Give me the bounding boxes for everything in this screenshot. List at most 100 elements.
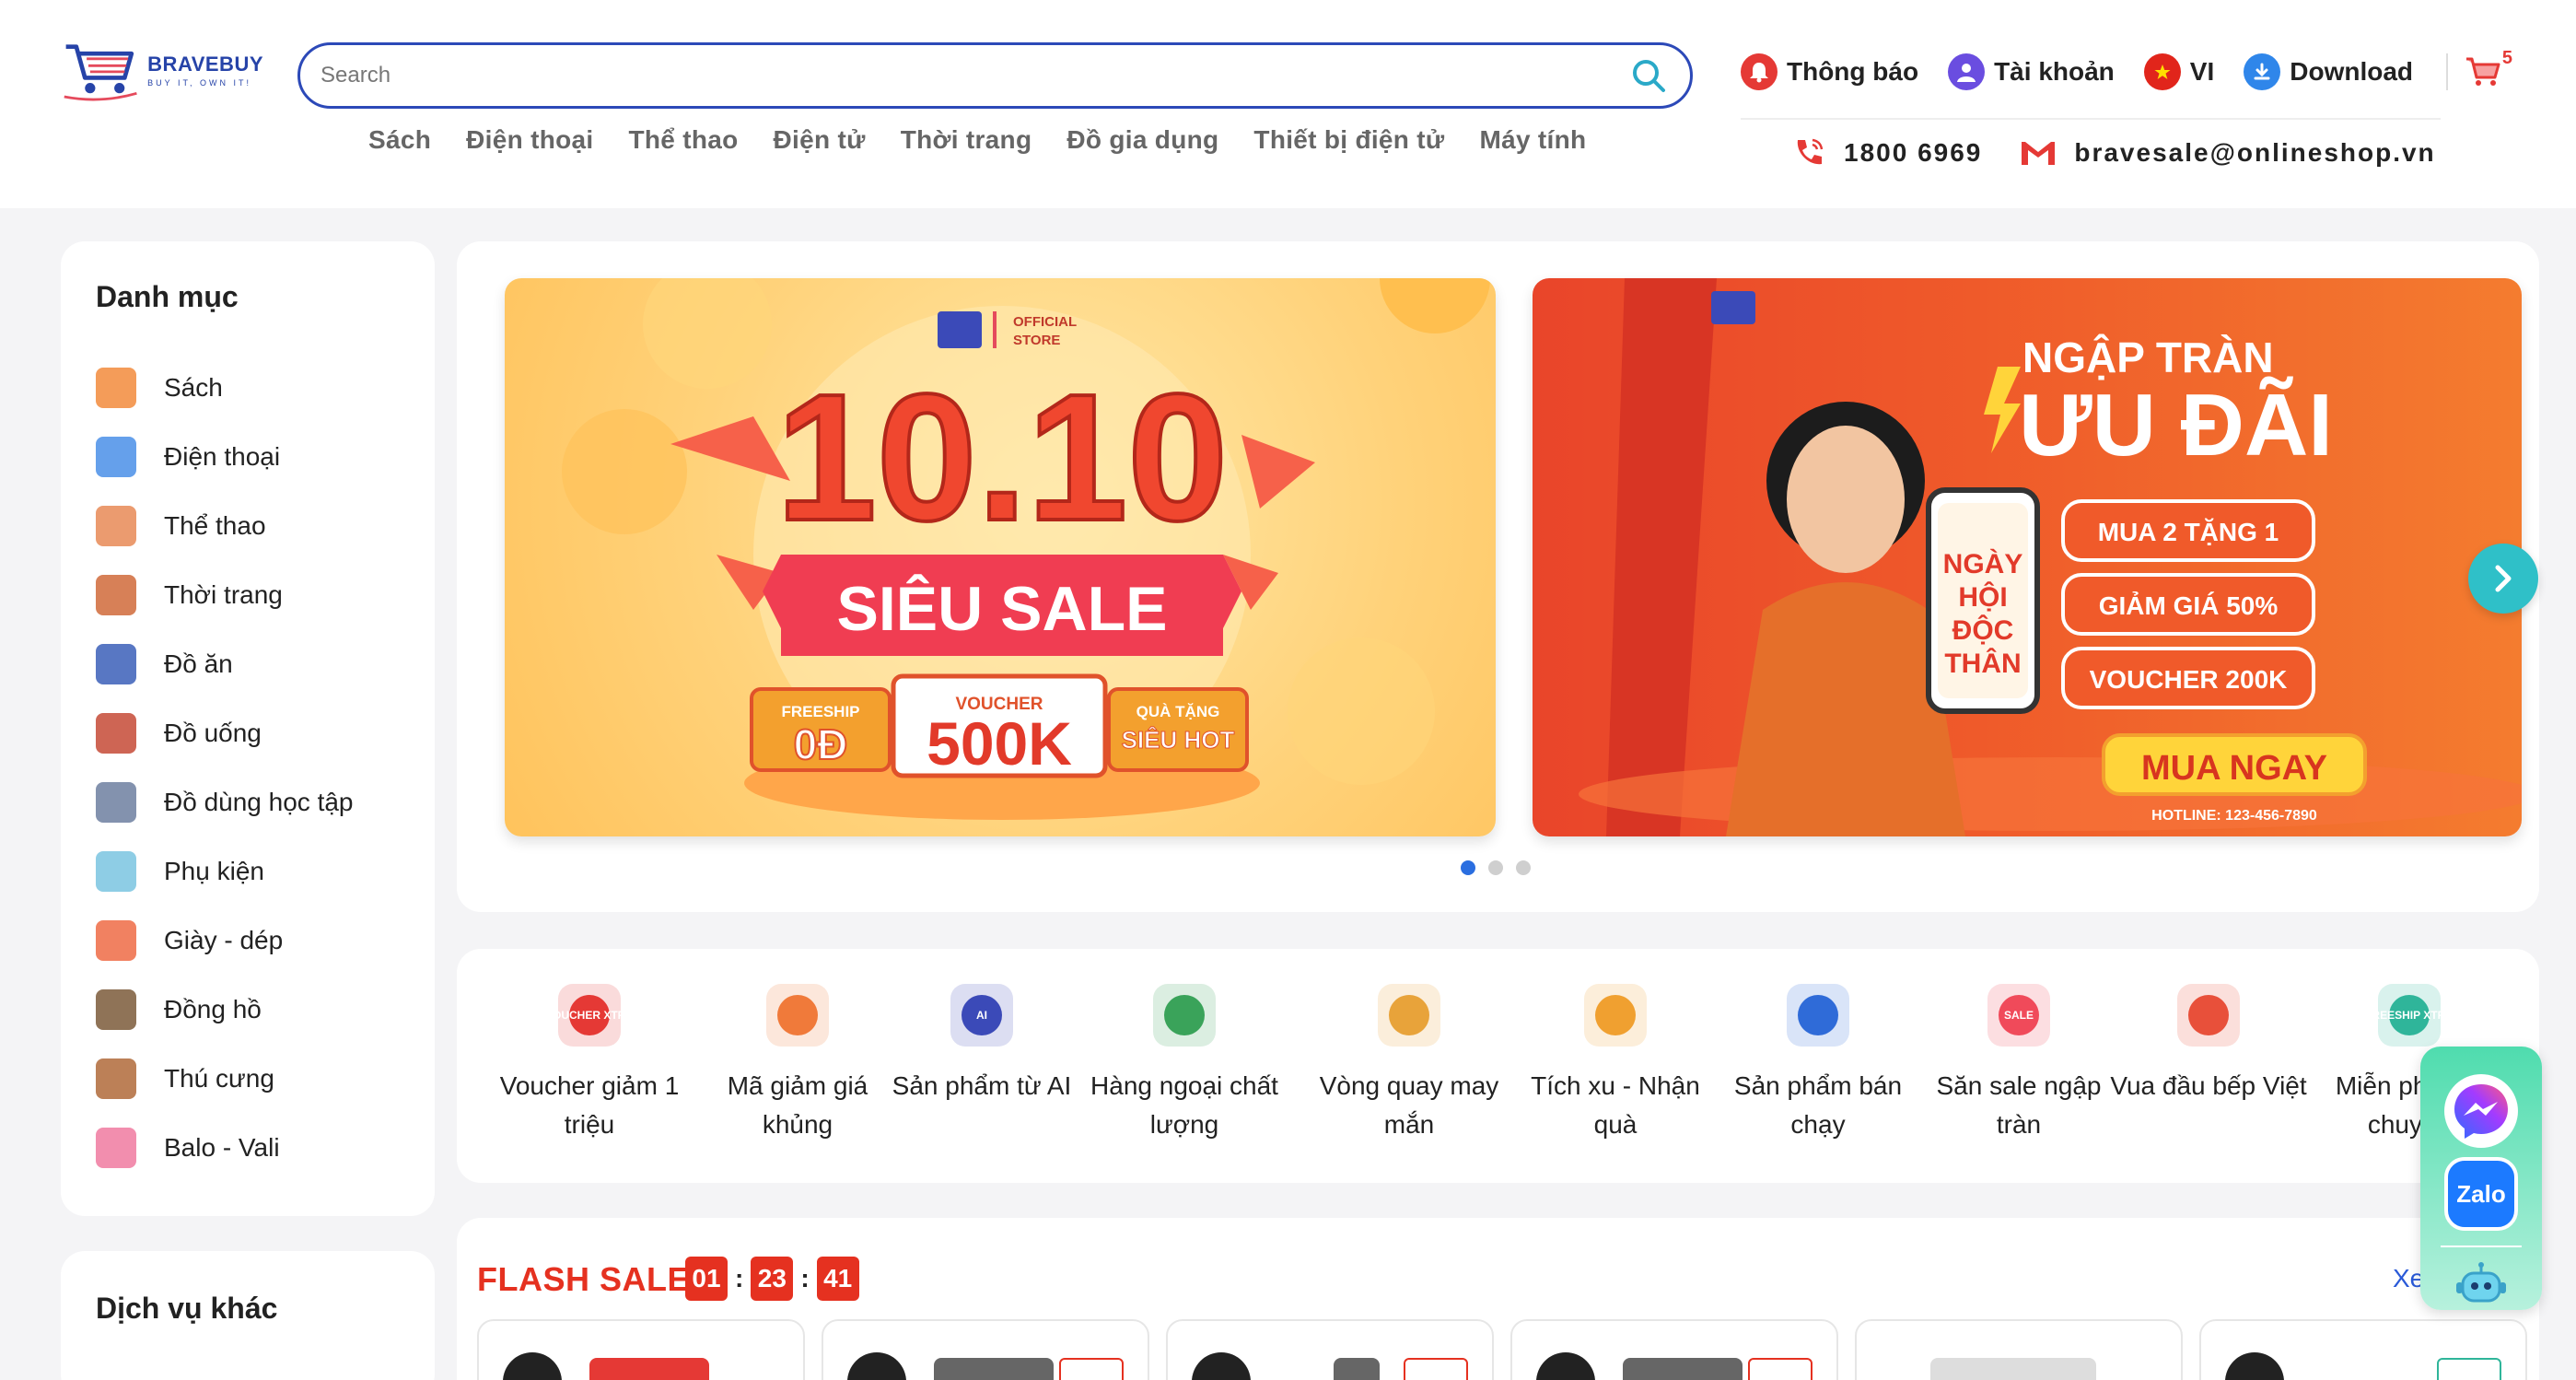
- sidebar-item[interactable]: Thú cưng: [96, 1044, 402, 1113]
- banner-singles-day[interactable]: NGÀY HỘI ĐỘC THÂN NGẬP TRÀN ƯU ĐÃI MUA 2 TẶ…: [1533, 278, 2522, 836]
- flash-product-card[interactable]: [477, 1319, 805, 1380]
- download-button[interactable]: Download: [2244, 53, 2413, 90]
- hero-banner-carousel: OFFICIAL STORE 10.10 SIÊU SALE FREESHIP …: [457, 241, 2539, 912]
- carousel-next-button[interactable]: [2468, 544, 2538, 614]
- sidebar-item[interactable]: Đồng hồ: [96, 975, 402, 1044]
- header-utilities: Thông báo Tài khoản VI Download 5: [1741, 48, 2512, 90]
- freeship-label: FREESHIP: [781, 703, 859, 720]
- hotline[interactable]: 1800 6969: [1790, 134, 1982, 171]
- banner-1010-sale[interactable]: OFFICIAL STORE 10.10 SIÊU SALE FREESHIP …: [505, 278, 1496, 836]
- sidebar-item-label: Đồ ăn: [164, 649, 233, 678]
- sidebar-item-label: Giày - dép: [164, 925, 284, 954]
- sidebar-item[interactable]: Thời trang: [96, 560, 402, 629]
- sidebar-item-label: Balo - Vali: [164, 1132, 280, 1162]
- search-button[interactable]: [1627, 54, 1670, 97]
- pet-icon: [96, 1058, 136, 1099]
- gift-label: QUÀ TẶNG: [1136, 703, 1220, 720]
- topnav-books[interactable]: Sách: [368, 125, 431, 155]
- quick-link[interactable]: Hàng ngoại chất lượng: [1078, 977, 1290, 1144]
- freeship-value: 0Đ: [794, 720, 848, 768]
- voucher-xtra-icon: VOUCHER XTRA: [545, 977, 634, 1054]
- topnav-sports[interactable]: Thể thao: [628, 125, 738, 155]
- countdown-hours: 01: [685, 1257, 728, 1301]
- topnav-household[interactable]: Đồ gia dụng: [1067, 125, 1218, 155]
- carousel-dot-1[interactable]: [1461, 860, 1475, 875]
- stationery-icon: [96, 781, 136, 823]
- zalo-icon: Zalo: [2456, 1179, 2506, 1208]
- discount-badge: [1536, 1352, 1595, 1380]
- sidebar-item[interactable]: Điện thoại: [96, 422, 402, 491]
- topnav-electronics[interactable]: Điện tử: [774, 125, 866, 155]
- quick-link-badge: FREESHIP XTRA: [2365, 1009, 2454, 1022]
- email-contact[interactable]: bravesale@onlineshop.vn: [2019, 138, 2435, 168]
- cart-button[interactable]: 5: [2446, 48, 2512, 90]
- flash-product-card[interactable]: [822, 1319, 1149, 1380]
- category-sidebar: Danh mục Sách Điện thoại Thể thao Thời tran…: [61, 241, 435, 1216]
- gift-value: SIÊU HOT: [1122, 726, 1235, 754]
- sidebar-item-label: Đồng hồ: [164, 994, 262, 1023]
- quick-link[interactable]: AI Sản phẩm từ AI: [876, 977, 1088, 1105]
- quick-link[interactable]: Sản phẩm bán chạy: [1712, 977, 1924, 1144]
- flash-product-card[interactable]: [1510, 1319, 1838, 1380]
- quick-link[interactable]: Vòng quay may mắn: [1303, 977, 1515, 1144]
- sidebar-item-label: Thể thao: [164, 510, 266, 540]
- countdown-minutes: 23: [751, 1257, 794, 1301]
- flash-product-card[interactable]: [1855, 1319, 2183, 1380]
- notifications-label: Thông báo: [1787, 57, 1919, 86]
- quick-link-label: Vua đầu bếp Việt: [2110, 1071, 2307, 1100]
- widget-divider: [2441, 1246, 2522, 1247]
- topnav-devices[interactable]: Thiết bị điện tử: [1253, 125, 1444, 155]
- discount-badge: [1192, 1352, 1251, 1380]
- account-button[interactable]: Tài khoản: [1948, 53, 2115, 90]
- topnav-fashion[interactable]: Thời trang: [901, 125, 1032, 155]
- countdown-separator: :: [800, 1264, 810, 1292]
- messenger-button[interactable]: [2444, 1074, 2518, 1148]
- topnav-phones[interactable]: Điện thoại: [466, 125, 593, 155]
- download-icon: [2244, 53, 2281, 90]
- sidebar-item[interactable]: Thể thao: [96, 491, 402, 560]
- chevron-right-icon: [2495, 565, 2512, 592]
- voucher-value: 500K: [927, 709, 1072, 778]
- quick-link[interactable]: SALE Săn sale ngập tràn: [1913, 977, 2125, 1144]
- quick-link[interactable]: Mã giảm giá khủng: [692, 977, 903, 1144]
- services-title: Dịch vụ khác: [96, 1292, 278, 1325]
- carousel-dots: [1461, 860, 1531, 875]
- sidebar-item[interactable]: Đồ uống: [96, 698, 402, 767]
- discount-badge: [847, 1352, 906, 1380]
- quick-link-label: Săn sale ngập tràn: [1936, 1071, 2102, 1139]
- topnav-computers[interactable]: Máy tính: [1479, 125, 1586, 155]
- notifications-button[interactable]: Thông báo: [1741, 53, 1918, 90]
- sidebar-item[interactable]: Giày - dép: [96, 906, 402, 975]
- sidebar-item[interactable]: Phụ kiện: [96, 836, 402, 906]
- quick-link-label: Mã giảm giá khủng: [727, 1071, 868, 1139]
- quick-link[interactable]: VOUCHER XTRA Voucher giảm 1 triệu: [484, 977, 695, 1144]
- sidebar-item-label: Đồ dùng học tập: [164, 787, 354, 816]
- brand-tagline: BUY IT, OWN IT!: [147, 78, 252, 88]
- sidebar-item[interactable]: Balo - Vali: [96, 1113, 402, 1182]
- search-input[interactable]: [321, 63, 1627, 88]
- sidebar-item-label: Thời trang: [164, 579, 283, 609]
- quick-link-badge: VOUCHER XTRA: [544, 1009, 635, 1022]
- sidebar-item[interactable]: Đồ ăn: [96, 629, 402, 698]
- quick-link-label: Sản phẩm từ AI: [892, 1071, 1072, 1100]
- freeship-xtra-icon: FREESHIP XTRA: [2365, 977, 2454, 1054]
- voucher-tag: [1059, 1358, 1124, 1380]
- quick-link[interactable]: Tích xu - Nhận quà: [1509, 977, 1721, 1144]
- carousel-dot-3[interactable]: [1516, 860, 1531, 875]
- sidebar-item[interactable]: Sách: [96, 353, 402, 422]
- sidebar-item[interactable]: Đồ dùng học tập: [96, 767, 402, 836]
- product-thumbnail: [1334, 1358, 1380, 1380]
- quick-link[interactable]: Vua đầu bếp Việt: [2103, 977, 2314, 1105]
- quick-link-label: Voucher giảm 1 triệu: [499, 1071, 680, 1139]
- flash-sale-section: FLASH SALE ! 01 : 23 : 41 Xem tất cả: [457, 1218, 2539, 1380]
- carousel-dot-2[interactable]: [1488, 860, 1503, 875]
- chatbot-button[interactable]: [2444, 1249, 2518, 1323]
- phone-call-icon: [1797, 138, 1824, 165]
- flash-product-card[interactable]: [1166, 1319, 1494, 1380]
- zalo-button[interactable]: Zalo: [2444, 1157, 2518, 1231]
- brand-logo[interactable]: BRAVEBUY BUY IT, OWN IT!: [61, 33, 263, 107]
- flash-product-card[interactable]: [2199, 1319, 2527, 1380]
- language-button[interactable]: VI: [2143, 53, 2214, 90]
- quick-link-label: Tích xu - Nhận quà: [1531, 1071, 1700, 1139]
- luggage-icon: [96, 1127, 136, 1168]
